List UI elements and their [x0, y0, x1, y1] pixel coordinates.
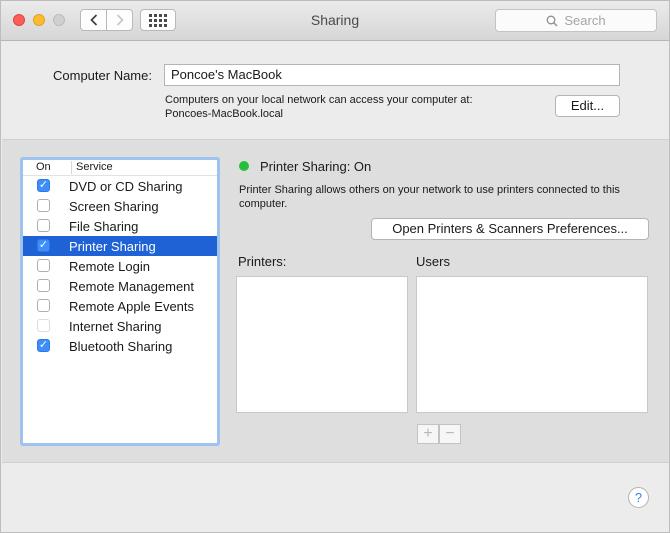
- network-info-text: Computers on your local network can acce…: [165, 94, 473, 106]
- service-row[interactable]: ✓ DVD or CD Sharing: [23, 176, 217, 196]
- search-placeholder: Search: [564, 13, 606, 28]
- service-list-header: On Service: [23, 160, 217, 176]
- service-description: Printer Sharing allows others on your ne…: [239, 184, 620, 210]
- status-indicator: [239, 161, 249, 171]
- service-checkbox[interactable]: [37, 319, 50, 332]
- printers-label: Printers:: [238, 254, 287, 269]
- service-checkbox[interactable]: [37, 199, 50, 212]
- add-user-button[interactable]: +: [417, 424, 439, 444]
- service-checkbox[interactable]: ✓: [37, 179, 50, 192]
- printers-list[interactable]: [236, 276, 408, 413]
- column-service[interactable]: Service: [71, 161, 113, 174]
- service-checkbox[interactable]: [37, 299, 50, 312]
- service-label: Printer Sharing: [69, 239, 156, 254]
- search-icon: [546, 15, 558, 26]
- search-field[interactable]: Search: [495, 9, 657, 32]
- service-label: Remote Login: [69, 259, 150, 274]
- sharing-window: Sharing Search Computer Name: Poncoe's M…: [0, 0, 670, 533]
- users-label: Users: [416, 254, 450, 269]
- users-list[interactable]: [416, 276, 648, 413]
- service-row[interactable]: Screen Sharing: [23, 196, 217, 216]
- network-address-info: Computers on your local network can acce…: [165, 93, 473, 121]
- service-label: DVD or CD Sharing: [69, 179, 183, 194]
- service-checkbox[interactable]: [37, 279, 50, 292]
- service-list[interactable]: On Service ✓ DVD or CD Sharing Screen Shar…: [20, 157, 220, 446]
- service-row[interactable]: Remote Apple Events: [23, 296, 217, 316]
- service-checkbox[interactable]: [37, 259, 50, 272]
- service-row[interactable]: File Sharing: [23, 216, 217, 236]
- service-label: Bluetooth Sharing: [69, 339, 173, 354]
- service-checkbox[interactable]: ✓: [37, 239, 50, 252]
- service-row[interactable]: Remote Login: [23, 256, 217, 276]
- service-row[interactable]: ✓ Printer Sharing: [23, 236, 217, 256]
- service-label: Remote Management: [69, 279, 195, 294]
- computer-name-field[interactable]: Poncoe's MacBook: [164, 64, 620, 86]
- service-row[interactable]: Remote Management: [23, 276, 217, 296]
- service-label: Remote Apple Events: [69, 299, 195, 314]
- service-checkbox[interactable]: [37, 219, 50, 232]
- edit-button[interactable]: Edit...: [555, 95, 620, 117]
- service-panel: On Service ✓ DVD or CD Sharing Screen Shar…: [2, 139, 669, 463]
- help-button[interactable]: ?: [628, 487, 649, 508]
- service-checkbox[interactable]: ✓: [37, 339, 50, 352]
- local-hostname: Poncoes-MacBook.local: [165, 108, 284, 120]
- column-on[interactable]: On: [36, 161, 51, 173]
- service-row[interactable]: Internet Sharing: [23, 316, 217, 336]
- service-label: Screen Sharing: [69, 199, 159, 214]
- computer-name-label: Computer Name:: [53, 68, 152, 83]
- open-printers-preferences-button[interactable]: Open Printers & Scanners Preferences...: [371, 218, 649, 240]
- service-label: File Sharing: [69, 219, 139, 234]
- service-label: Internet Sharing: [69, 319, 162, 334]
- remove-user-button[interactable]: −: [439, 424, 461, 444]
- title-bar: Sharing Search: [1, 1, 669, 41]
- service-row[interactable]: ✓ Bluetooth Sharing: [23, 336, 217, 356]
- sharing-status: Printer Sharing: On: [260, 159, 372, 174]
